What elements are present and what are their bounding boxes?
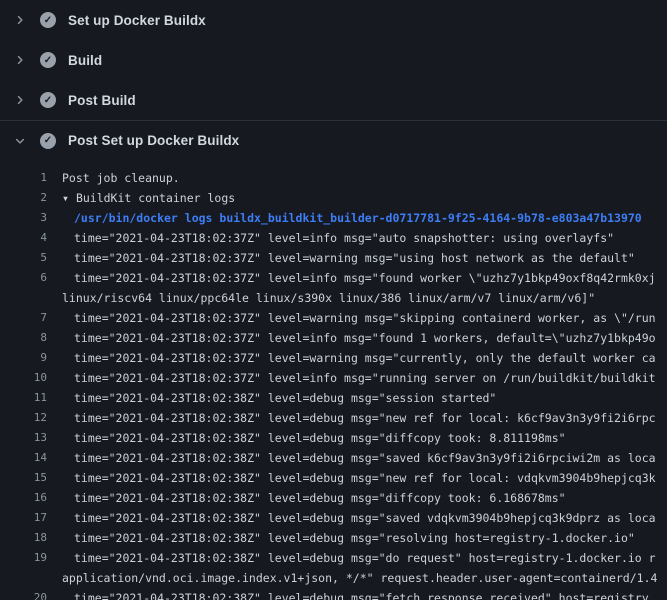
line-number[interactable]: 6 bbox=[0, 268, 47, 288]
log-line: 1 Post job cleanup. bbox=[0, 168, 667, 188]
line-number[interactable]: 10 bbox=[0, 368, 47, 388]
line-text: linux/riscv64 linux/ppc64le linux/s390x … bbox=[62, 288, 595, 308]
log-line: 10 time="2021-04-23T18:02:37Z" level=info… bbox=[0, 368, 667, 388]
step-sections: ✓ Set up Docker Buildx ✓ Build ✓ Post Bu… bbox=[0, 0, 667, 160]
log-line-continuation: application/vnd.oci.image.index.v1+json,… bbox=[0, 568, 667, 588]
line-number[interactable]: 8 bbox=[0, 328, 47, 348]
check-circle-icon: ✓ bbox=[40, 12, 56, 28]
line-text: time="2021-04-23T18:02:37Z" level=warnin… bbox=[74, 348, 656, 368]
line-number bbox=[0, 288, 47, 308]
line-text: time="2021-04-23T18:02:38Z" level=debug … bbox=[74, 408, 656, 428]
step-section-label: Build bbox=[68, 53, 102, 68]
line-text: BuildKit container logs bbox=[76, 188, 235, 208]
line-text: time="2021-04-23T18:02:37Z" level=info m… bbox=[74, 328, 656, 348]
line-text: time="2021-04-23T18:02:38Z" level=debug … bbox=[74, 488, 566, 508]
line-number[interactable]: 17 bbox=[0, 508, 47, 528]
log-line-command: 3/usr/bin/docker logs buildx_buildkit_bu… bbox=[0, 208, 667, 228]
line-text: time="2021-04-23T18:02:37Z" level=warnin… bbox=[74, 308, 656, 328]
line-number[interactable]: 14 bbox=[0, 448, 47, 468]
step-section-label: Post Build bbox=[68, 93, 136, 108]
log-line: 15 time="2021-04-23T18:02:38Z" level=debu… bbox=[0, 468, 667, 488]
line-number[interactable]: 4 bbox=[0, 228, 47, 248]
check-circle-icon: ✓ bbox=[40, 133, 56, 149]
log-line: 6 time="2021-04-23T18:02:37Z" level=info … bbox=[0, 268, 667, 288]
chevron-right-icon[interactable] bbox=[12, 12, 28, 28]
log-line: 16 time="2021-04-23T18:02:38Z" level=debu… bbox=[0, 488, 667, 508]
log-line: 7 time="2021-04-23T18:02:37Z" level=warni… bbox=[0, 308, 667, 328]
line-text: time="2021-04-23T18:02:38Z" level=debug … bbox=[74, 588, 649, 600]
log-line: 5 time="2021-04-23T18:02:37Z" level=warni… bbox=[0, 248, 667, 268]
line-number[interactable]: 9 bbox=[0, 348, 47, 368]
line-number[interactable]: 20 bbox=[0, 588, 47, 600]
line-number[interactable]: 3 bbox=[0, 208, 47, 228]
line-text: application/vnd.oci.image.index.v1+json,… bbox=[62, 568, 657, 588]
line-number[interactable]: 1 bbox=[0, 168, 47, 188]
chevron-down-icon[interactable] bbox=[12, 133, 28, 149]
line-number[interactable]: 12 bbox=[0, 408, 47, 428]
log-line: 14 time="2021-04-23T18:02:38Z" level=debu… bbox=[0, 448, 667, 468]
step-section-label: Post Set up Docker Buildx bbox=[68, 133, 239, 148]
step-section-header[interactable]: ✓ Post Set up Docker Buildx bbox=[0, 120, 667, 160]
line-number[interactable]: 15 bbox=[0, 468, 47, 488]
chevron-right-icon[interactable] bbox=[12, 92, 28, 108]
log-line: 12 time="2021-04-23T18:02:38Z" level=debu… bbox=[0, 408, 667, 428]
line-text: time="2021-04-23T18:02:37Z" level=info m… bbox=[74, 228, 614, 248]
line-text: time="2021-04-23T18:02:38Z" level=debug … bbox=[74, 468, 656, 488]
log-line: 8 time="2021-04-23T18:02:37Z" level=info … bbox=[0, 328, 667, 348]
line-number[interactable]: 11 bbox=[0, 388, 47, 408]
log-line: 18 time="2021-04-23T18:02:38Z" level=debu… bbox=[0, 528, 667, 548]
line-number[interactable]: 19 bbox=[0, 548, 47, 568]
line-text: time="2021-04-23T18:02:38Z" level=debug … bbox=[74, 528, 635, 548]
log-line: 20 time="2021-04-23T18:02:38Z" level=debu… bbox=[0, 588, 667, 600]
line-number[interactable]: 2 bbox=[0, 188, 47, 208]
log-line: 4 time="2021-04-23T18:02:37Z" level=info … bbox=[0, 228, 667, 248]
line-text: /usr/bin/docker logs buildx_buildkit_bui… bbox=[74, 208, 642, 228]
log-lines: 1 Post job cleanup. 2 ▾ BuildKit container l… bbox=[0, 160, 667, 600]
group-toggle-icon[interactable]: ▾ bbox=[62, 188, 69, 208]
line-number[interactable]: 16 bbox=[0, 488, 47, 508]
chevron-right-icon[interactable] bbox=[12, 52, 28, 68]
line-text: time="2021-04-23T18:02:38Z" level=debug … bbox=[74, 508, 656, 528]
log-line: 11 time="2021-04-23T18:02:38Z" level=debu… bbox=[0, 388, 667, 408]
line-text: time="2021-04-23T18:02:37Z" level=info m… bbox=[74, 368, 656, 388]
line-text: Post job cleanup. bbox=[62, 168, 180, 188]
line-text: time="2021-04-23T18:02:38Z" level=debug … bbox=[74, 428, 566, 448]
line-number bbox=[0, 568, 47, 588]
log-line: 9 time="2021-04-23T18:02:37Z" level=warni… bbox=[0, 348, 667, 368]
line-text: time="2021-04-23T18:02:38Z" level=debug … bbox=[74, 388, 496, 408]
step-section-header[interactable]: ✓ Post Build bbox=[0, 80, 667, 120]
log-line: 13 time="2021-04-23T18:02:38Z" level=debu… bbox=[0, 428, 667, 448]
log-line: 17 time="2021-04-23T18:02:38Z" level=debu… bbox=[0, 508, 667, 528]
step-section-label: Set up Docker Buildx bbox=[68, 13, 206, 28]
line-number[interactable]: 5 bbox=[0, 248, 47, 268]
line-text: time="2021-04-23T18:02:37Z" level=info m… bbox=[74, 268, 656, 288]
check-circle-icon: ✓ bbox=[40, 92, 56, 108]
log-line: 19 time="2021-04-23T18:02:38Z" level=debu… bbox=[0, 548, 667, 568]
line-number[interactable]: 18 bbox=[0, 528, 47, 548]
line-text: time="2021-04-23T18:02:37Z" level=warnin… bbox=[74, 248, 635, 268]
line-number[interactable]: 13 bbox=[0, 428, 47, 448]
log-line-continuation: linux/riscv64 linux/ppc64le linux/s390x … bbox=[0, 288, 667, 308]
check-circle-icon: ✓ bbox=[40, 52, 56, 68]
log-line-group: 2 ▾ BuildKit container logs bbox=[0, 188, 667, 208]
line-text: time="2021-04-23T18:02:38Z" level=debug … bbox=[74, 448, 656, 468]
step-section-header[interactable]: ✓ Build bbox=[0, 40, 667, 80]
line-text: time="2021-04-23T18:02:38Z" level=debug … bbox=[74, 548, 656, 568]
line-number[interactable]: 7 bbox=[0, 308, 47, 328]
step-section-header[interactable]: ✓ Set up Docker Buildx bbox=[0, 0, 667, 40]
